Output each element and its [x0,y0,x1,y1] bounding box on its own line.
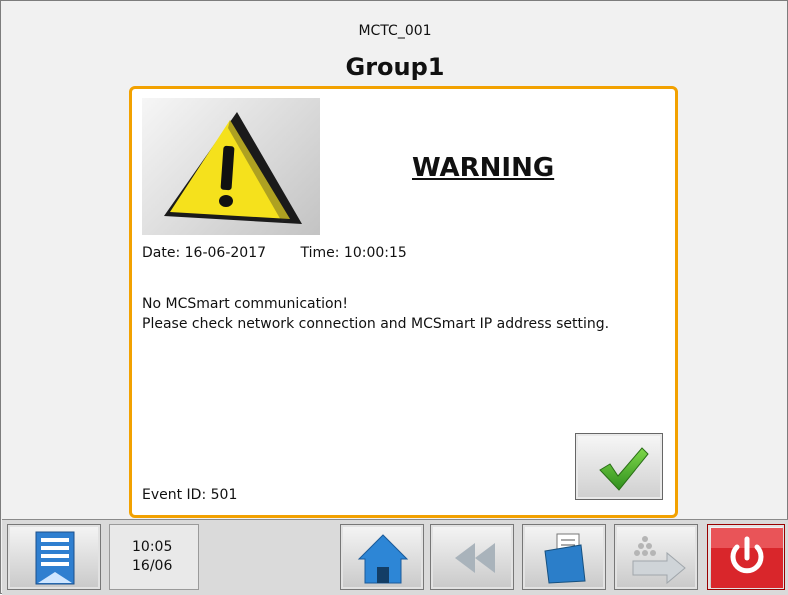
date-label: Date: [142,245,181,261]
notes-icon [544,533,586,584]
message-line-2: Please check network connection and MCSm… [142,316,610,332]
home-button[interactable] [340,524,424,590]
event-value: 501 [210,487,238,503]
event-id: Event ID: 501 [142,487,237,503]
notes-button[interactable] [522,524,606,590]
taskbar: 10:05 16/06 [2,519,788,595]
date-value: 16-06-2017 [184,245,267,261]
export-arrow-icon [632,536,686,585]
time-value: 10:00:15 [343,245,407,261]
warning-triangle-icon [142,98,320,235]
home-icon [357,534,409,584]
power-icon [711,528,783,588]
event-label: Event ID: [142,487,207,503]
menu-button[interactable] [7,524,101,590]
power-button[interactable] [707,524,785,590]
clock-date: 16/06 [132,558,173,574]
warning-message: No MCSmart communication! Please check n… [142,294,662,334]
message-line-1: No MCSmart communication! [142,296,349,312]
confirm-button[interactable] [575,433,663,500]
timestamp-line: Date: 16-06-2017 Time: 10:00:15 [142,245,407,261]
group-title: Group1 [345,53,445,81]
clock-time: 10:05 [132,539,173,555]
device-name: MCTC_001 [358,23,432,39]
menu-list-icon [35,531,75,585]
warning-title: WARNING [412,153,555,183]
clock-display: 10:05 16/06 [109,524,199,590]
checkmark-icon [599,447,649,491]
hmi-screen: MCTC_001 Group1 WARNING Date: 16-06-2017… [0,0,788,595]
rewind-icon [455,543,495,573]
time-label: Time: [300,245,340,261]
export-button[interactable] [614,524,698,590]
back-button[interactable] [430,524,514,590]
warning-dialog: WARNING Date: 16-06-2017 Time: 10:00:15 … [129,86,678,518]
